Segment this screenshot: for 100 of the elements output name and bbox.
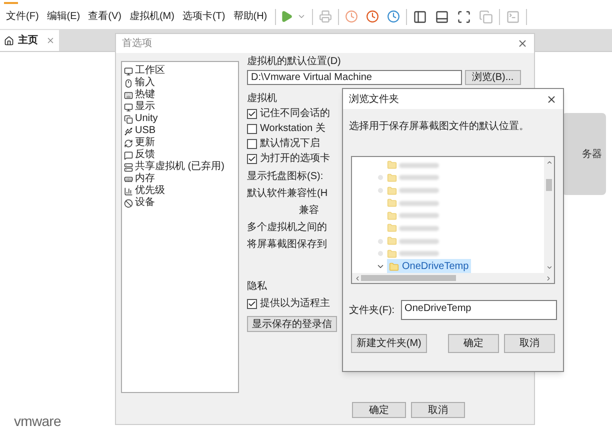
clock-icon[interactable] [345,10,358,23]
menu-item[interactable]: 虚拟机(M) [125,9,178,24]
scroll-left-icon[interactable] [354,274,361,282]
setting-label: 将屏幕截图保存到 [247,239,327,251]
play-icon[interactable] [280,10,294,23]
ok-button[interactable]: 确定 [448,334,499,353]
cancel-button[interactable]: 取消 [411,402,465,418]
field-label: 虚拟机的默认位置(D) [247,56,341,68]
checkbox-label: 提供以为适程主 [260,296,330,311]
scrollbar-thumb[interactable] [546,179,552,191]
browse-button[interactable]: 浏览(B)... [465,70,521,85]
folder-icon [387,236,397,246]
checkbox[interactable] [247,109,257,119]
dialog-title: 浏览文件夹 [349,92,399,106]
category-item[interactable]: 显示 [124,101,236,113]
checkbox[interactable] [247,154,257,164]
category-item[interactable]: 输入 [124,77,236,89]
folder-icon [387,186,397,196]
no-entry-icon [124,198,133,208]
ok-button[interactable]: 确定 [352,402,406,418]
chart-icon [124,186,133,196]
category-item[interactable]: 优先级 [124,185,236,197]
blurred-label [399,251,439,256]
field-label: 文件夹(F): [349,304,395,318]
close-icon[interactable] [546,94,557,104]
group-title: 虚拟机 [247,93,277,105]
checkbox-label: 默认情况下启 [260,138,320,150]
tab[interactable]: 主页 [0,30,59,51]
show-logins-button[interactable]: 显示保存的登录信 [247,316,337,332]
setting-label: 默认软件兼容性(H [247,188,328,200]
category-item[interactable]: 内存 [124,173,236,185]
windows-icon [124,114,133,124]
memory-icon [124,174,133,184]
scroll-up-icon[interactable] [546,159,552,166]
menu-item[interactable]: 帮助(H) [229,9,272,24]
menu-item[interactable]: 查看(V) [84,9,126,24]
menu-item[interactable]: 文件(F) [2,9,43,24]
category-item[interactable]: 热键 [124,89,236,101]
new-folder-button[interactable]: 新建文件夹(M) [351,334,427,353]
folder-icon [387,172,397,183]
fullscreen-icon[interactable] [457,10,472,24]
menu-item[interactable]: 编辑(E) [42,9,84,24]
scroll-down-icon[interactable] [546,264,552,271]
folder-icon [387,210,397,221]
checkbox-label: Workstation 关 [260,123,326,135]
scrollbar-thumb[interactable] [361,275,456,281]
group-title: 隐私 [247,281,267,293]
expand-icon[interactable] [376,262,385,271]
menu-item[interactable]: 选项卡(T) [178,9,230,24]
category-item[interactable]: USB [124,125,236,137]
keyboard-icon [124,90,133,100]
home-icon [4,36,14,46]
checkbox[interactable] [247,139,257,149]
checkbox[interactable] [247,298,257,308]
scroll-right-icon[interactable] [545,274,552,282]
clock-icon[interactable] [366,10,380,23]
folder-name-field[interactable]: OneDriveTemp [400,300,557,320]
blurred-label [399,188,439,194]
close-icon[interactable] [517,38,528,49]
category-item[interactable]: 更新 [124,137,236,149]
category-item[interactable]: 设备 [124,197,236,209]
card-label: 务器 [582,148,602,162]
setting-label: 兼容 [299,205,319,217]
clock-icon[interactable] [387,10,400,23]
terminal-icon[interactable] [506,10,520,24]
monitor-icon [124,102,133,112]
speech-bubble-icon [124,150,133,160]
category-item[interactable]: 共享虚拟机 (已弃用) [124,161,236,173]
panel-icon[interactable] [435,10,450,24]
category-item[interactable]: 反馈 [124,149,236,161]
checkbox-label: 为打开的选项卡 [260,153,330,165]
vertical-scrollbar[interactable] [544,157,554,273]
tab-label: 主页 [18,33,38,48]
blurred-label [399,238,439,244]
checkbox-label: 记住不同会话的 [260,108,330,120]
dialog-description: 选择用于保存屏幕截图文件的默认位置。 [348,120,530,134]
cancel-button[interactable]: 取消 [504,334,555,353]
tree-item[interactable]: OneDriveTemp [387,259,471,273]
horizontal-scrollbar[interactable] [352,273,554,283]
mouse-icon [124,78,133,88]
printer-icon[interactable] [319,10,332,23]
setting-label: 多个虚拟机之间的 [247,222,327,234]
blurred-label [399,213,439,218]
caret-icon[interactable] [297,12,306,21]
location-field[interactable]: D:\Vmware Virtual Machine [247,70,462,85]
category-item[interactable]: 工作区 [124,65,236,77]
checkbox[interactable] [247,124,257,134]
server-icon [124,162,133,172]
blurred-label [399,200,439,206]
folder-icon [387,160,397,170]
home-card[interactable]: 务器 [562,113,606,195]
copy-icon[interactable] [479,10,494,24]
category-item[interactable]: Unity [124,113,236,125]
blurred-label [399,175,439,180]
setting-label: 显示托盘图标(S): [247,171,324,183]
folder-icon [387,223,397,234]
folder-icon [389,262,399,272]
sidebar-icon[interactable] [413,10,428,24]
monitor-icon [124,66,133,76]
refresh-icon [124,138,133,148]
